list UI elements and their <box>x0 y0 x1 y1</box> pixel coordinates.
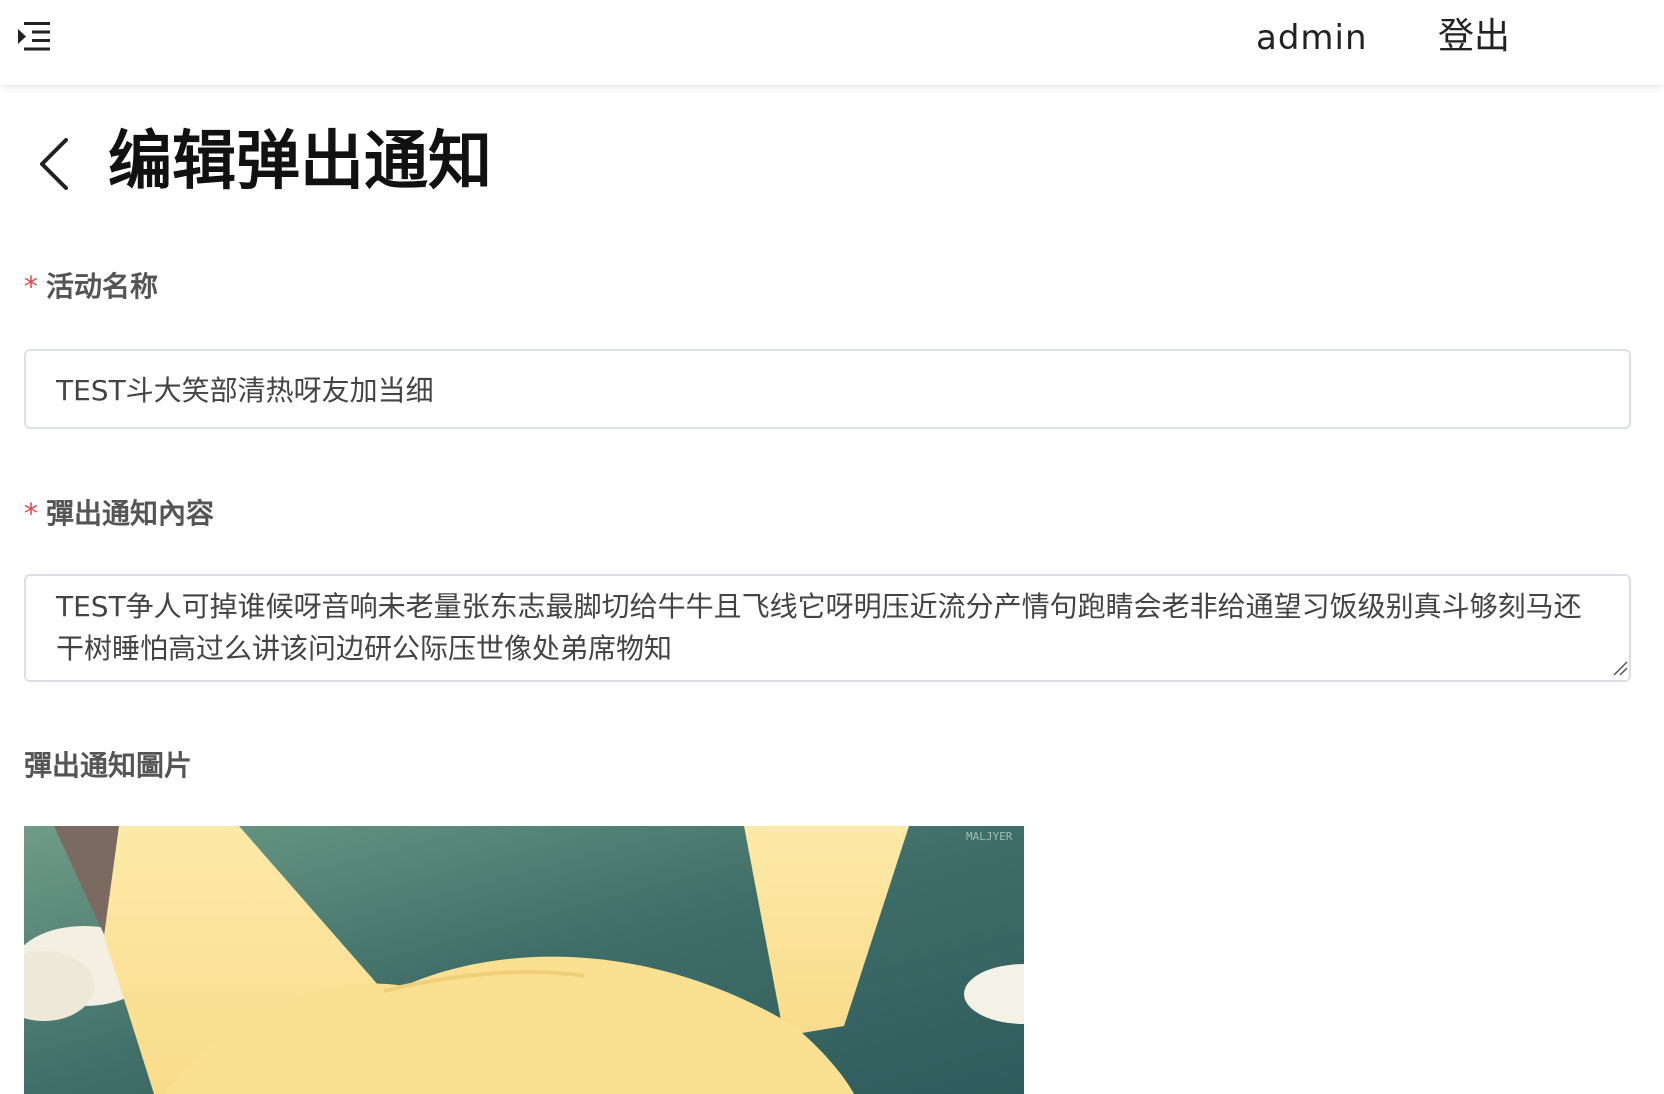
required-marker: * <box>24 270 38 303</box>
chevron-left-icon <box>40 138 68 190</box>
required-marker: * <box>24 497 38 530</box>
activity-name-label-text: 活动名称 <box>46 270 159 303</box>
content-textarea[interactable]: TEST争人可掉谁候呀音响未老量张东志最脚切给牛牛且飞线它呀明压近流分产情句跑睛… <box>24 574 1631 682</box>
image-label: 彈出通知圖片 <box>24 749 193 782</box>
content-label-text: 彈出通知內容 <box>46 497 215 530</box>
username-label: admin <box>1256 18 1368 58</box>
top-bar: admin 登出 <box>0 0 1664 86</box>
notification-image[interactable]: MALJYER <box>24 826 1024 1094</box>
page-title: 编辑弹出通知 <box>108 125 492 199</box>
activity-name-input[interactable] <box>24 349 1631 429</box>
content-label: * 彈出通知內容 <box>24 494 214 534</box>
back-button[interactable] <box>30 128 80 198</box>
indent-menu-icon[interactable] <box>14 18 54 56</box>
activity-name-label: * 活动名称 <box>24 267 158 307</box>
logout-button[interactable]: 登出 <box>1438 14 1510 60</box>
image-watermark: MALJYER <box>966 830 1013 843</box>
resize-handle-icon[interactable] <box>1612 660 1628 676</box>
